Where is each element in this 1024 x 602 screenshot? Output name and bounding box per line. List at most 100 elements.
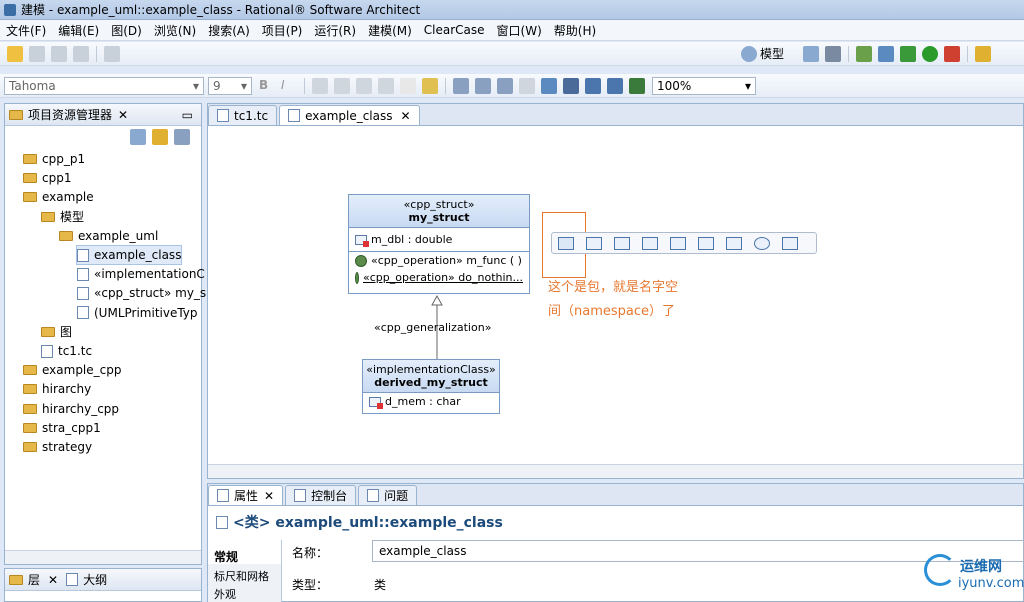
model-label[interactable]: 模型 [760, 45, 784, 62]
appearance-icon[interactable] [422, 77, 438, 94]
navigate-icon[interactable] [629, 77, 645, 94]
line-style-icon[interactable] [312, 77, 328, 94]
menu-item[interactable]: 窗口(W) [491, 22, 548, 39]
problems-icon [367, 489, 380, 502]
group-icon[interactable] [519, 77, 535, 94]
tree-item[interactable]: example [23, 188, 94, 206]
tab-properties[interactable]: 属性 ✕ [208, 485, 284, 505]
generalization-label: «cpp_generalization» [374, 321, 492, 334]
align-icon[interactable] [475, 77, 491, 94]
tree-item[interactable]: «implementationC [77, 265, 205, 283]
tab-problems[interactable]: 问题 [358, 485, 418, 505]
route-icon[interactable] [541, 77, 557, 94]
browse-icon[interactable] [803, 45, 819, 62]
close-icon[interactable]: ✕ [48, 573, 58, 587]
sidetab-appearance[interactable]: 外观 [208, 582, 281, 601]
typedef-icon[interactable] [698, 236, 714, 250]
tree-item[interactable]: «cpp_struct» my_s [77, 284, 206, 302]
watermark: 运维网 iyunv.com [924, 552, 1024, 600]
connector-icon[interactable] [563, 77, 579, 94]
font-name-select[interactable]: Tahoma ▾ [4, 76, 204, 95]
tree-item[interactable]: example_class [75, 245, 183, 265]
component-icon[interactable] [782, 236, 798, 250]
interface-icon[interactable] [726, 236, 742, 250]
pin-icon[interactable] [975, 45, 991, 62]
sidetab-rulers[interactable]: 标尺和网格 [208, 564, 281, 583]
compartment-icon[interactable] [585, 77, 601, 94]
outline-icon [66, 573, 79, 586]
print-icon[interactable] [73, 45, 89, 62]
tree-item-label: example [42, 190, 94, 205]
menu-item[interactable]: 项目(P) [256, 22, 309, 39]
font-size-select[interactable]: 9 ▾ [208, 76, 252, 95]
derived-stereotype: «implementationClass» [366, 363, 496, 376]
new-icon[interactable] [7, 45, 23, 62]
window-title: 建模 - example_uml::example_class - Ration… [21, 3, 421, 17]
italic-icon[interactable]: I [281, 78, 297, 94]
close-icon[interactable]: ✕ [264, 489, 274, 503]
font-color-icon[interactable] [334, 77, 350, 94]
fill-color-icon[interactable] [378, 77, 394, 94]
minimize-icon[interactable]: ▭ [182, 108, 193, 122]
attribute-icon [369, 396, 383, 409]
derived-attribute[interactable]: d_mem : char [363, 393, 499, 410]
menu-item[interactable]: 编辑(E) [52, 22, 105, 39]
tab-layers[interactable]: 层 [28, 571, 40, 588]
profile-icon[interactable] [878, 45, 894, 62]
tree-item[interactable]: stra_cpp1 [23, 419, 101, 437]
link-editor-icon[interactable] [152, 129, 168, 145]
menu-item[interactable]: 运行(R) [308, 22, 362, 39]
menu-item[interactable]: 浏览(N) [148, 22, 202, 39]
package-icon[interactable] [558, 236, 574, 250]
union-icon[interactable] [642, 236, 658, 250]
view-menu-icon[interactable] [174, 129, 190, 145]
refresh-icon[interactable] [825, 45, 841, 62]
struct-icon[interactable] [614, 236, 630, 250]
tree-item[interactable]: hirarchy_cpp [23, 400, 119, 418]
tree-item[interactable]: 图 [41, 323, 72, 341]
arrange-icon[interactable] [453, 77, 469, 94]
folder-icon [23, 365, 37, 376]
external-tools-icon[interactable] [944, 45, 960, 62]
save-all-icon[interactable] [51, 45, 67, 62]
datatype-icon[interactable] [754, 236, 770, 250]
folder-icon [59, 230, 73, 241]
derived-class[interactable]: «implementationClass» derived_my_struct … [362, 359, 500, 414]
menu-item[interactable]: 建模(M) [362, 22, 418, 39]
tree-item[interactable]: strategy [23, 438, 92, 456]
tree-item[interactable]: example_cpp [23, 361, 121, 379]
collapse-all-icon[interactable] [130, 129, 146, 145]
menu-item[interactable]: 图(D) [105, 22, 148, 39]
bold-icon[interactable]: B [259, 78, 275, 94]
tab-outline[interactable]: 大纲 [83, 571, 107, 588]
class-icon[interactable] [586, 236, 602, 250]
close-icon[interactable]: ✕ [118, 108, 128, 122]
tree-item[interactable]: tc1.tc [41, 342, 92, 360]
tree-item[interactable]: cpp1 [23, 169, 71, 187]
zoom-select[interactable]: 100% ▾ [652, 76, 756, 95]
menu-item[interactable]: 文件(F) [0, 22, 52, 39]
horizontal-scrollbar[interactable] [5, 550, 201, 564]
editor-scrollbar[interactable] [208, 464, 1023, 478]
menu-item[interactable]: ClearCase [418, 23, 491, 37]
tab-console[interactable]: 控制台 [285, 485, 357, 505]
enum-icon[interactable] [670, 236, 686, 250]
save-icon[interactable] [29, 45, 45, 62]
menu-item[interactable]: 帮助(H) [548, 22, 602, 39]
fill-icon[interactable] [400, 77, 416, 94]
tree-item[interactable]: (UMLPrimitiveTyp [77, 304, 198, 322]
sidetab-general[interactable]: 常规 [208, 540, 281, 564]
build-icon[interactable] [104, 45, 120, 62]
run-icon[interactable] [922, 45, 938, 62]
settings-gear-icon[interactable] [900, 45, 916, 62]
distribute-icon[interactable] [497, 77, 513, 94]
tree-item-label: example_class [94, 248, 182, 262]
tree-item[interactable]: cpp_p1 [23, 150, 85, 168]
tree-item[interactable]: hirarchy [23, 380, 91, 398]
debug-icon[interactable] [856, 45, 872, 62]
menu-item[interactable]: 搜索(A) [202, 22, 256, 39]
line-color-icon[interactable] [356, 77, 372, 94]
tree-item[interactable]: 模型 [41, 208, 84, 226]
tree-item[interactable]: example_uml [59, 227, 158, 245]
filter-icon[interactable] [607, 77, 623, 94]
